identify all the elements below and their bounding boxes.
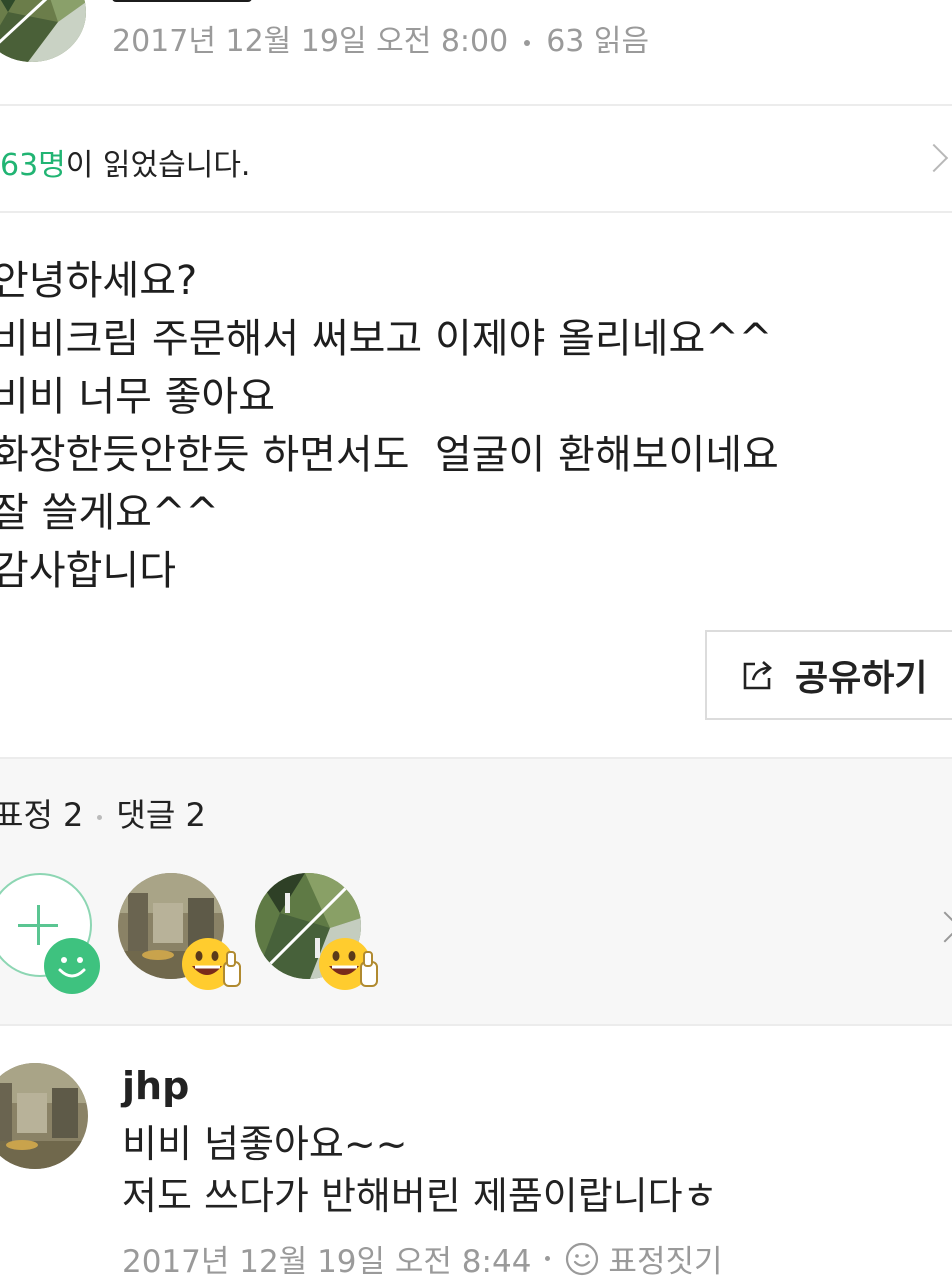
comment-date: 2017년 12월 19일 오전 8:44 xyxy=(122,1244,532,1280)
post-line: 감사합니다 xyxy=(0,548,176,594)
post-line: 안녕하세요? xyxy=(0,258,198,304)
chevron-right-icon[interactable] xyxy=(919,143,949,173)
thumbs-up-emoji-icon xyxy=(317,934,378,992)
commenter-name[interactable]: jhp xyxy=(122,1064,189,1108)
divider xyxy=(0,211,952,213)
comment-meta: 2017년 12월 19일 오전 8:44 표정짓기 xyxy=(122,1236,723,1281)
thumbs-up-emoji-icon xyxy=(180,934,241,992)
divider xyxy=(0,104,952,106)
reaction-count[interactable]: 표정 2 xyxy=(0,796,83,834)
post-line: 화장한듯안한듯 하면서도 얼굴이 환해보이네요 xyxy=(0,432,779,478)
smile-icon[interactable] xyxy=(564,1241,600,1277)
readers-count: 63명 xyxy=(0,148,66,183)
reaction-comment-counts: 표정 2 댓글 2 xyxy=(0,790,206,836)
share-icon xyxy=(743,661,772,690)
smile-icon xyxy=(44,938,100,994)
view-count: 63 읽음 xyxy=(546,24,650,59)
share-label: 공유하기 xyxy=(795,658,928,699)
post-body: 안녕하세요? 비비크림 주문해서 써보고 이제야 올리네요^^ 비비 너무 좋아… xyxy=(0,252,942,600)
separator-dot xyxy=(545,1256,551,1261)
author-name-redacted xyxy=(112,0,252,2)
author-avatar[interactable] xyxy=(0,0,86,62)
post-meta: 2017년 12월 19일 오전 8:00 63 읽음 xyxy=(112,16,649,60)
post-line: 비비 너무 좋아요 xyxy=(0,374,276,420)
readers-row[interactable]: 63명이 읽었습니다. xyxy=(0,140,250,184)
post-date: 2017년 12월 19일 오전 8:00 xyxy=(112,24,509,59)
commenter-avatar[interactable] xyxy=(0,1063,88,1169)
post-line: 잘 쓸게요^^ xyxy=(0,490,219,536)
share-button[interactable]: 공유하기 xyxy=(705,630,952,720)
separator-dot xyxy=(524,39,531,46)
comment-count[interactable]: 댓글 2 xyxy=(116,796,205,834)
separator-dot xyxy=(97,814,103,820)
react-button[interactable]: 표정짓기 xyxy=(608,1236,722,1281)
plus-icon xyxy=(37,905,40,945)
post-line: 비비크림 주문해서 써보고 이제야 올리네요^^ xyxy=(0,316,773,362)
comment-text: 비비 넘좋아요~~ 저도 쓰다가 반해버린 제품이랍니다ㅎ xyxy=(122,1122,718,1218)
readers-label: 이 읽었습니다. xyxy=(65,148,251,183)
